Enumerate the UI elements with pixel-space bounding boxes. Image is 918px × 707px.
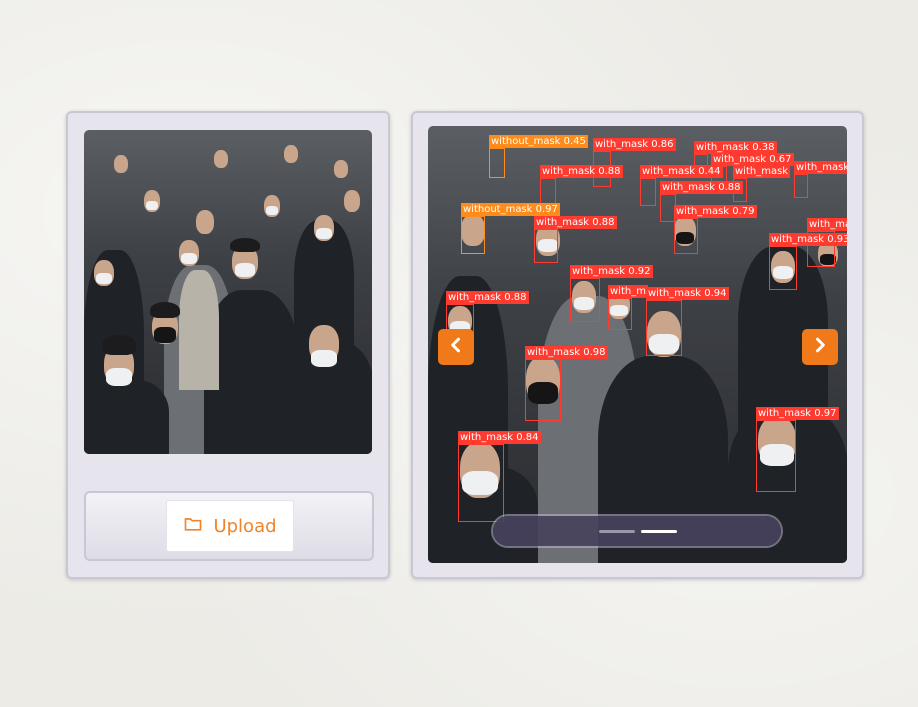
folder-icon	[183, 514, 203, 539]
chevron-right-icon	[810, 335, 830, 359]
chevron-left-icon	[446, 335, 466, 359]
upload-area: Upload	[84, 491, 374, 561]
detection-box: without_mask 0.97	[461, 203, 560, 254]
detection-box: with_mask 0.88	[540, 165, 623, 206]
detection-result-image: without_mask 0.45 with_mask 0.86 with_ma…	[428, 126, 847, 563]
gallery-pager	[493, 516, 781, 546]
detection-box: with_mask 0.97	[756, 407, 839, 492]
crowd-photo	[84, 130, 372, 454]
upload-button-label: Upload	[213, 515, 277, 537]
detection-box: with_mask 0.88	[534, 216, 617, 263]
page-indicator-1[interactable]	[599, 530, 635, 533]
detection-box: with_mask 0.92	[570, 265, 653, 322]
detection-box: with_mask 0.94	[646, 287, 729, 356]
upload-button[interactable]: Upload	[166, 500, 294, 552]
next-image-button[interactable]	[802, 329, 838, 365]
detection-box: with_mask 0.44	[640, 165, 723, 206]
input-image	[84, 130, 372, 454]
previous-image-button[interactable]	[438, 329, 474, 365]
result-panel: without_mask 0.45 with_mask 0.86 with_ma…	[411, 111, 864, 579]
detection-box: without_mask 0.45	[489, 135, 588, 178]
detection-box: with_m	[608, 285, 648, 330]
page-indicator-2-active[interactable]	[641, 530, 677, 533]
input-panel: Upload	[66, 111, 390, 579]
detection-box: with_mask 0.84	[458, 431, 541, 522]
detection-box: with_mask 0.93	[769, 233, 847, 290]
detection-box: with_mask 0.98	[525, 346, 608, 421]
detection-box: with_mask	[794, 161, 847, 198]
detection-box: with_mask 0.79	[674, 205, 757, 254]
